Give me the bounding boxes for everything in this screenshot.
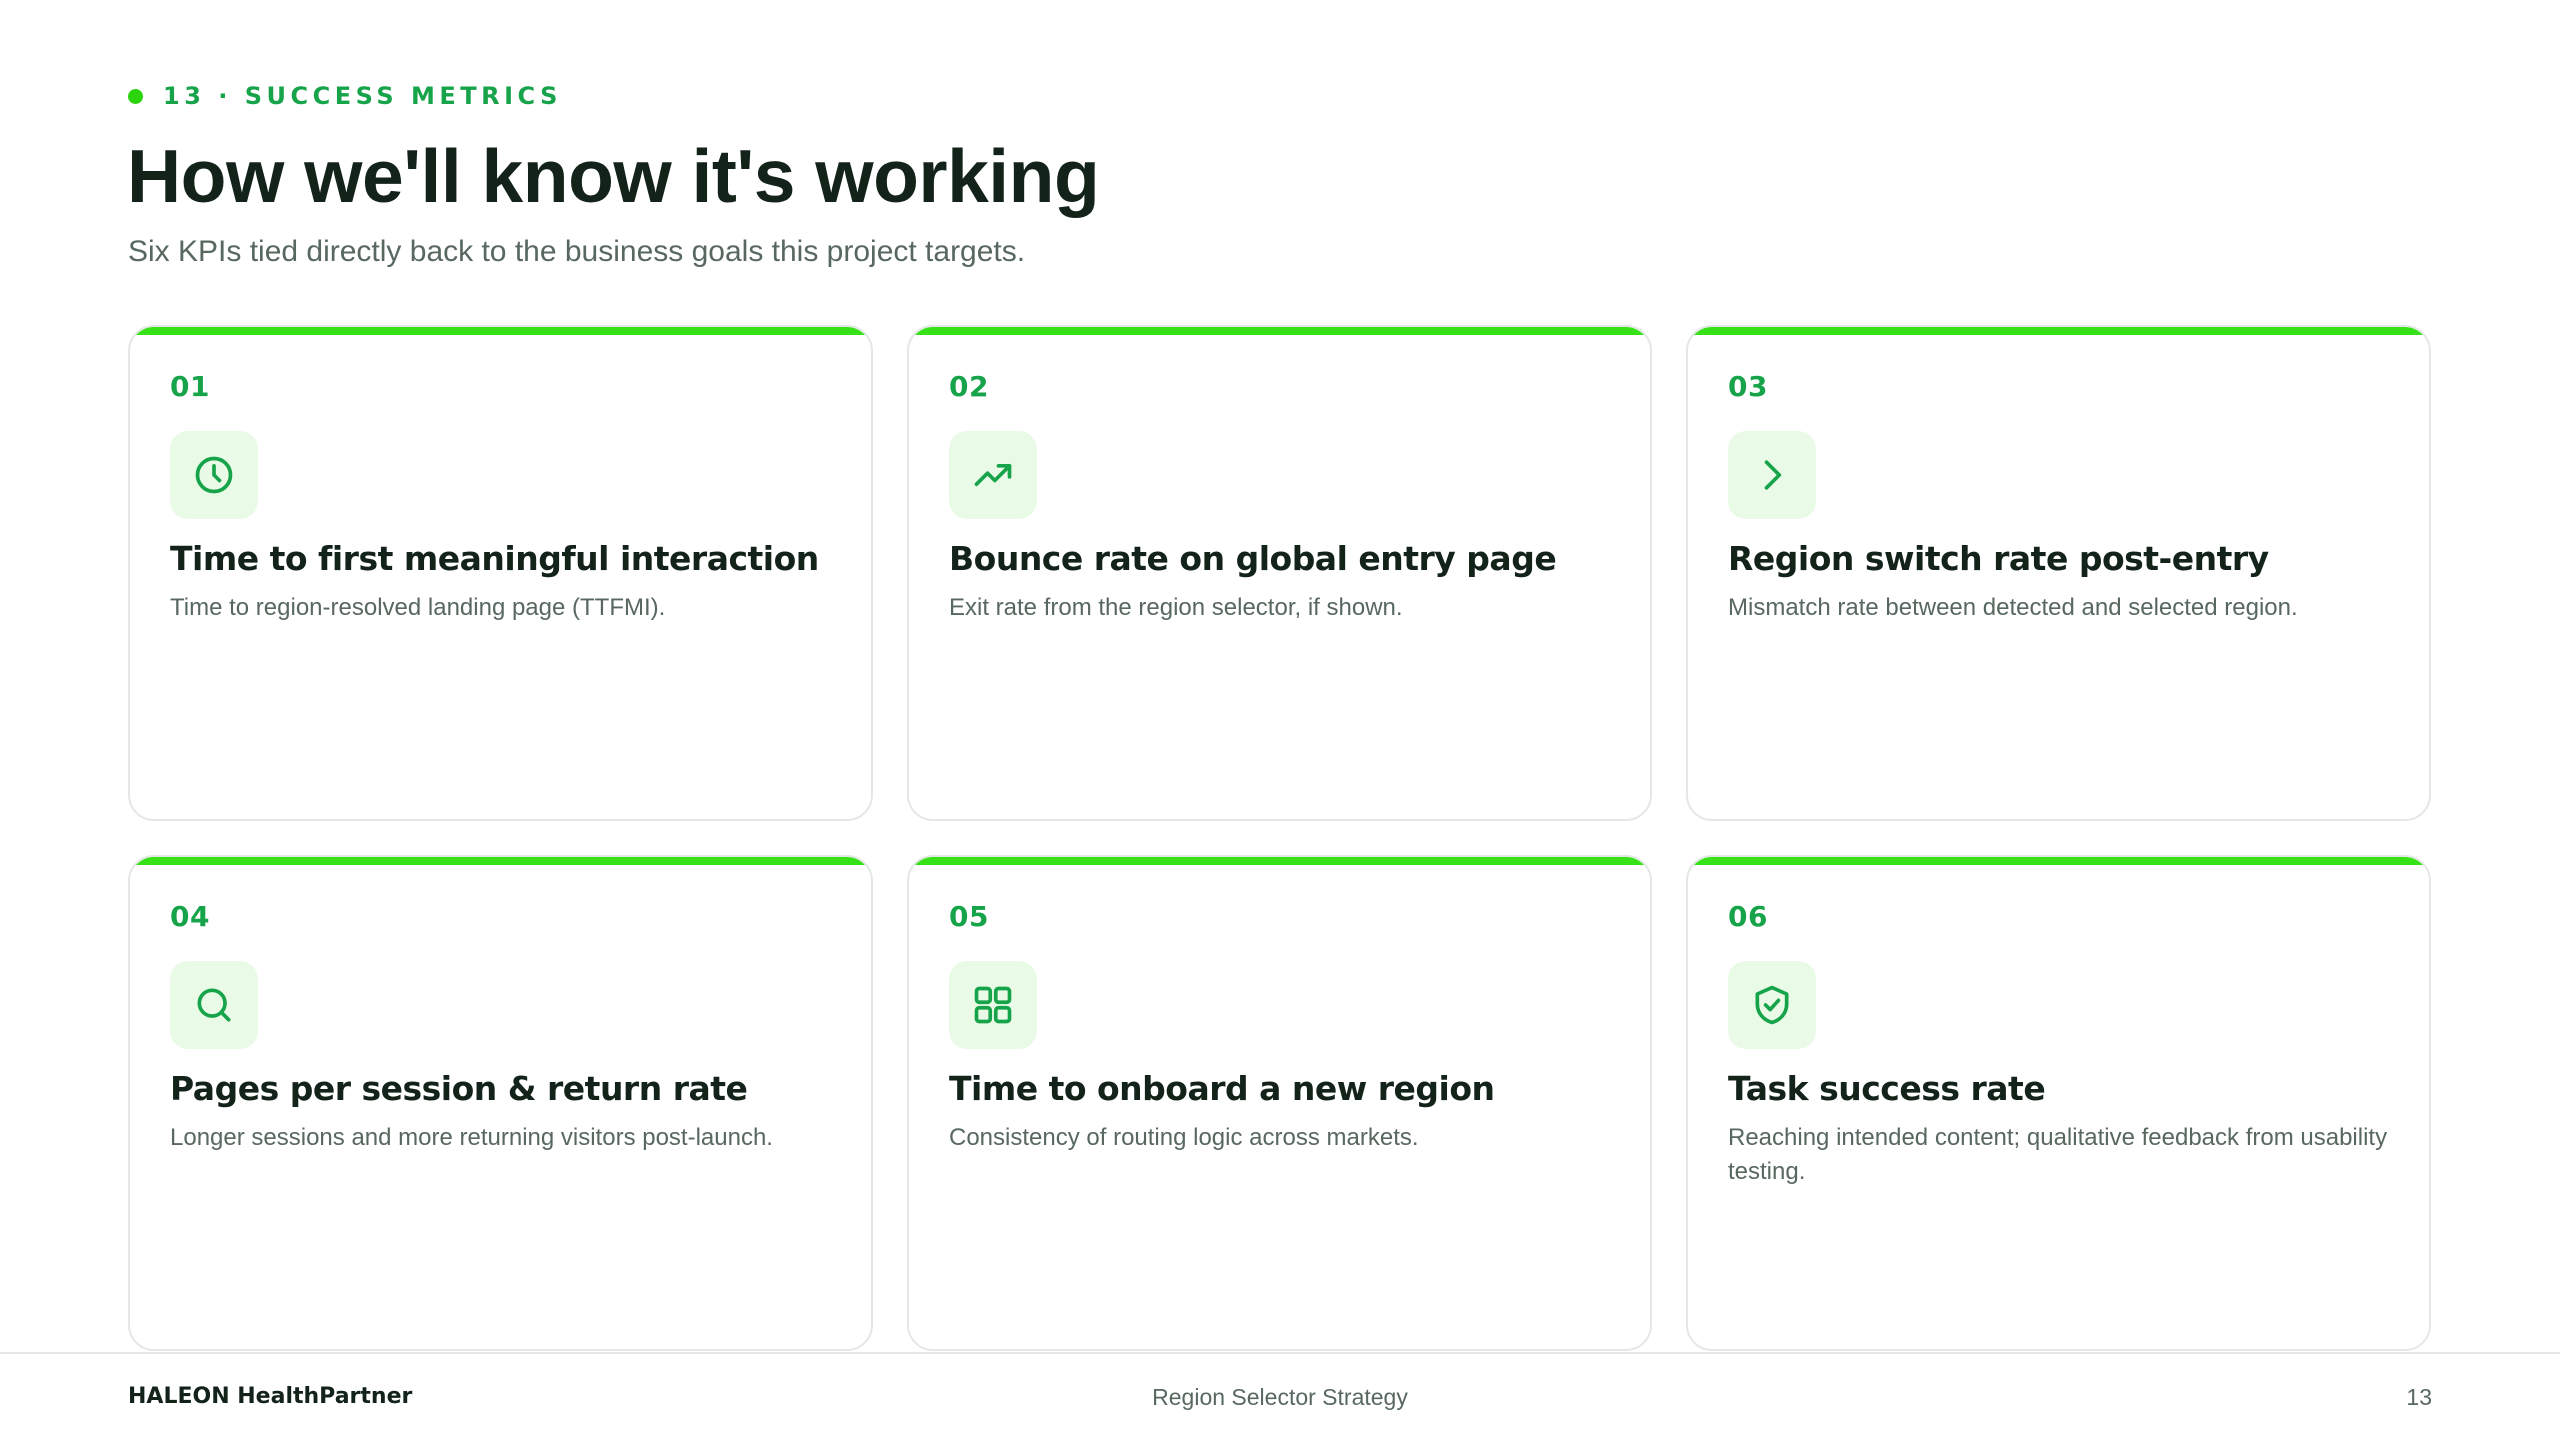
card-description: Time to region-resolved landing page (TT… [170, 594, 666, 621]
search-icon [170, 961, 258, 1049]
metric-card-06: 06 Task success rate Reaching intended c… [1686, 855, 2431, 1351]
footer-deck-title: Region Selector Strategy [1152, 1384, 1408, 1410]
card-accent-bar [909, 327, 1650, 335]
metrics-grid: 01 Time to first meaningful interaction … [128, 325, 2432, 1351]
card-number: 01 [170, 370, 210, 403]
footer-divider [0, 1352, 2560, 1354]
footer: HALEON HealthPartner Region Selector Str… [128, 1380, 2432, 1414]
card-accent-bar [1688, 857, 2429, 865]
clock-icon [170, 431, 258, 519]
grid-icon [949, 961, 1037, 1049]
card-accent-bar [909, 857, 1650, 865]
metric-card-04: 04 Pages per session & return rate Longe… [128, 855, 873, 1351]
eyebrow-dot [128, 88, 143, 104]
card-number: 04 [170, 900, 210, 933]
card-accent-bar [1688, 327, 2429, 335]
metric-card-02: 02 Bounce rate on global entry page Exit… [907, 325, 1652, 821]
card-accent-bar [130, 857, 871, 865]
card-title: Time to onboard a new region [949, 1069, 1495, 1108]
card-number: 05 [949, 900, 989, 933]
chevron-right-icon [1728, 431, 1816, 519]
card-number: 06 [1728, 900, 1768, 933]
card-title: Time to first meaningful interaction [170, 539, 819, 578]
card-description: Reaching intended content; qualitative f… [1728, 1124, 2388, 1185]
card-accent-bar [130, 327, 871, 335]
shield-check-icon [1728, 961, 1816, 1049]
card-number: 02 [949, 370, 989, 403]
card-title: Pages per session & return rate [170, 1069, 748, 1108]
eyebrow-label: 13 · SUCCESS METRICS [163, 82, 562, 110]
card-number: 03 [1728, 370, 1768, 403]
card-title: Task success rate [1728, 1069, 2046, 1108]
card-title: Region switch rate post-entry [1728, 539, 2269, 578]
card-title: Bounce rate on global entry page [949, 539, 1557, 578]
metric-card-03: 03 Region switch rate post-entry Mismatc… [1686, 325, 2431, 821]
trending-up-icon [949, 431, 1037, 519]
card-description: Exit rate from the region selector, if s… [949, 594, 1403, 621]
metric-card-01: 01 Time to first meaningful interaction … [128, 325, 873, 821]
card-description: Mismatch rate between detected and selec… [1728, 594, 2298, 621]
card-description: Consistency of routing logic across mark… [949, 1124, 1419, 1151]
page-title: How we'll know it's working [127, 134, 1100, 218]
card-description: Longer sessions and more returning visit… [170, 1124, 773, 1151]
page-subtitle: Six KPIs tied directly back to the busin… [128, 235, 1026, 268]
page-number: 13 [2406, 1384, 2432, 1410]
section-eyebrow: 13 · SUCCESS METRICS [128, 80, 562, 112]
metric-card-05: 05 Time to onboard a new region Consiste… [907, 855, 1652, 1351]
